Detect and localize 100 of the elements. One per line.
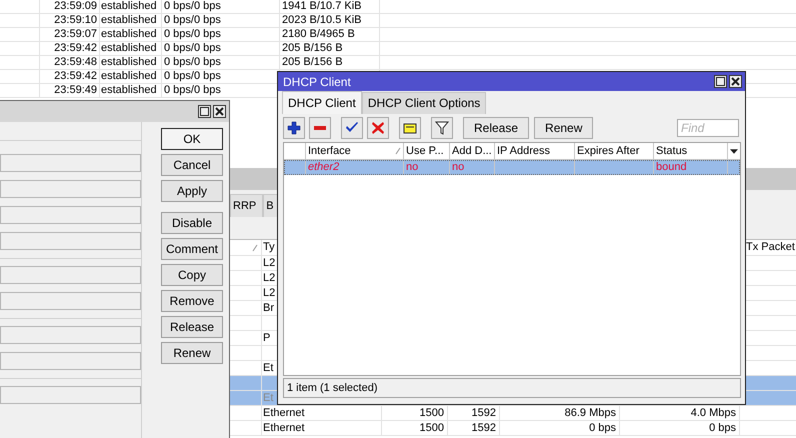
table-cell: Ethernet [263, 422, 305, 434]
sort-icon [395, 147, 401, 155]
table-cell: 0 bps/0 bps [164, 0, 221, 12]
dialog-button[interactable]: Release [161, 316, 223, 338]
table-cell: L2 [263, 272, 276, 284]
dialog-button[interactable]: OK [161, 128, 223, 150]
column-header[interactable]: Interface [306, 143, 404, 159]
enable-button[interactable] [341, 117, 363, 139]
table-cell: 23:59:10 [54, 14, 97, 26]
status-text: 1 item (1 selected) [287, 382, 378, 394]
maximize-icon [200, 107, 209, 116]
table-cell: established [101, 42, 157, 54]
table-cell: 1500 [420, 422, 444, 434]
column-header[interactable]: Expires After [575, 143, 654, 159]
column-header[interactable]: Status [654, 143, 728, 159]
table-cell: 205 B/156 B [282, 42, 343, 54]
table-cell: 205 B/156 B [282, 56, 343, 68]
table-cell: 23:59:09 [54, 0, 97, 12]
close-icon [215, 107, 224, 116]
input-field[interactable] [0, 180, 141, 198]
table-row[interactable]: Ethernet 1500 1592 86.9 Mbps 4.0 Mbps [230, 406, 796, 421]
table-cell: 0 bps/0 bps [164, 56, 221, 68]
dialog-button[interactable]: Copy [161, 264, 223, 286]
table-cell: 0 bps/0 bps [164, 70, 221, 82]
input-field[interactable] [0, 352, 141, 370]
input-field[interactable] [0, 154, 141, 172]
table-cell: established [101, 70, 157, 82]
search-field[interactable]: Find [677, 119, 739, 137]
column-header[interactable]: Use P... [404, 143, 450, 159]
table-cell: 23:59:07 [54, 28, 97, 40]
table-cell: 0 bps [589, 422, 616, 434]
close-button[interactable] [729, 75, 742, 88]
table-cell: Et [263, 362, 274, 374]
table-row[interactable]: Ethernet 1500 1592 0 bps 0 bps [230, 421, 796, 436]
dialog-button[interactable]: Comment [161, 238, 223, 260]
column-header[interactable]: Add D... [450, 143, 495, 159]
table-cell: ether2 [308, 161, 340, 173]
sort-icon [252, 244, 258, 252]
window-title: DHCP Client [283, 74, 352, 88]
table-cell: Ethernet [263, 407, 305, 419]
column-header[interactable]: Ty [263, 241, 275, 253]
add-button[interactable] [283, 117, 305, 139]
table-cell: 23:59:49 [54, 84, 97, 96]
table-cell: 0 bps/0 bps [164, 42, 221, 54]
toolbar-button[interactable]: Renew [534, 117, 594, 139]
dialog-button[interactable]: Disable [161, 212, 223, 234]
input-field[interactable] [0, 326, 141, 344]
table-cell: 1941 B/10.7 KiB [282, 0, 362, 12]
table-cell: 2180 B/4965 B [282, 28, 355, 40]
dialog-button[interactable]: Renew [161, 342, 223, 364]
input-field[interactable] [0, 266, 141, 284]
input-field[interactable] [0, 206, 141, 224]
table-cell: 0 bps [709, 422, 736, 434]
table-cell: 23:59:42 [54, 70, 97, 82]
dialog-button[interactable]: Cancel [161, 154, 223, 176]
table-cell: established [101, 56, 157, 68]
table-cell: no [406, 161, 418, 173]
comment-button[interactable] [399, 117, 421, 139]
column-header[interactable]: IP Address [495, 143, 575, 159]
tab[interactable]: DHCP Client Options [362, 92, 486, 114]
maximize-button[interactable] [198, 105, 211, 118]
tab[interactable]: DHCP Client [282, 91, 362, 114]
table-cell: Et [263, 392, 274, 404]
table-cell: 0 bps/0 bps [164, 84, 221, 96]
toolbar-button[interactable]: Release [463, 117, 530, 139]
table-cell: 0 bps/0 bps [164, 28, 221, 40]
table-cell: Br [263, 302, 274, 314]
maximize-icon [716, 77, 725, 86]
filter-button[interactable] [431, 117, 453, 139]
table-cell: established [101, 84, 157, 96]
disable-button[interactable] [367, 117, 389, 139]
table-cell: L2 [263, 257, 276, 269]
table-cell: 2023 B/10.5 KiB [282, 14, 362, 26]
table-cell: 4.0 Mbps [690, 407, 736, 419]
x-icon [371, 121, 385, 135]
plus-icon [287, 121, 301, 135]
table-cell: 23:59:48 [54, 56, 97, 68]
table-cell: established [101, 0, 157, 12]
table-cell: L2 [263, 287, 276, 299]
remove-button[interactable] [309, 117, 331, 139]
table-cell: 1500 [420, 407, 444, 419]
close-button[interactable] [213, 105, 226, 118]
table-cell: no [452, 161, 464, 173]
column-header[interactable]: Tx Packet [746, 241, 795, 253]
table-cell: 86.9 Mbps [564, 407, 616, 419]
tab[interactable]: RRP [230, 194, 264, 217]
table-cell: 1592 [472, 407, 496, 419]
dialog-button[interactable]: Remove [161, 290, 223, 312]
input-field[interactable] [0, 386, 141, 404]
table-cell: 23:59:42 [54, 42, 97, 54]
note-icon [403, 121, 417, 135]
input-field[interactable] [0, 232, 141, 250]
table-cell: established [101, 28, 157, 40]
close-icon [731, 77, 740, 86]
input-field[interactable] [0, 292, 141, 310]
caret-icon [730, 148, 738, 154]
maximize-button[interactable] [714, 75, 727, 88]
dialog-button[interactable]: Apply [161, 180, 223, 202]
table-cell: P [263, 332, 270, 344]
table-cell: 0 bps/0 bps [164, 14, 221, 26]
